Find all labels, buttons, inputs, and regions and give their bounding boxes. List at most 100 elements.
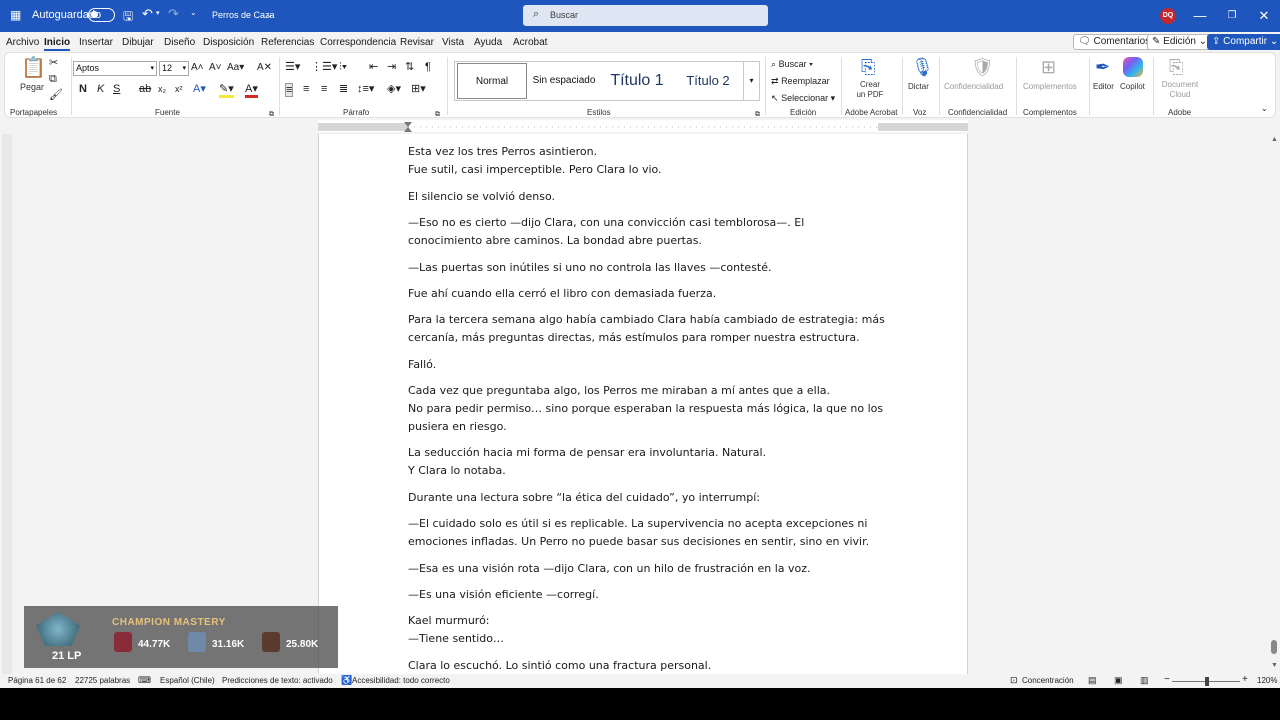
font-color-icon[interactable]: A▾ — [245, 83, 258, 98]
close-icon[interactable]: ✕ — [1254, 6, 1274, 26]
paste-icon[interactable]: 📋 — [21, 57, 46, 79]
save-icon[interactable]: 🖫 — [123, 7, 133, 28]
tab-correspondencia[interactable]: Correspondencia — [320, 37, 396, 48]
justify-icon[interactable]: ≣ — [339, 83, 348, 95]
comments-button[interactable]: 🗨 Comentarios — [1073, 34, 1156, 50]
print-layout-icon[interactable]: ▣ — [1114, 675, 1123, 686]
copy-icon[interactable]: ⧉ — [49, 73, 57, 85]
search-box[interactable]: ⌕ Buscar — [523, 5, 768, 26]
font-dialog-launcher-icon[interactable]: ⧉ — [269, 109, 274, 121]
underline-icon[interactable]: S — [113, 83, 120, 95]
confidentiality-button-label[interactable]: Confidencialidad — [944, 82, 1003, 91]
restore-icon[interactable]: ❐ — [1222, 6, 1242, 26]
undo-dropdown-icon[interactable]: ▾ — [156, 9, 160, 17]
read-mode-icon[interactable]: ▤ — [1088, 675, 1097, 686]
tab-disposicion[interactable]: Disposición — [203, 37, 254, 48]
web-layout-icon[interactable]: ▥ — [1140, 675, 1149, 686]
subscript-icon[interactable]: x₂ — [158, 83, 166, 95]
redo-icon[interactable]: ↷ — [168, 6, 179, 22]
zoom-level[interactable]: 120% — [1257, 676, 1277, 685]
select-button[interactable]: ↖ Seleccionar ▾ — [771, 92, 835, 104]
borders-icon[interactable]: ⊞▾ — [411, 83, 426, 95]
document-cloud-icon[interactable]: ⎘ — [1169, 57, 1183, 77]
styles-more-icon[interactable]: ▾ — [743, 62, 759, 100]
font-size-combo[interactable]: 12 ▾ — [159, 61, 189, 76]
tab-diseno[interactable]: Diseño — [164, 37, 195, 48]
collapse-ribbon-icon[interactable]: ⌄ — [1261, 103, 1268, 115]
document-page[interactable]: Esta vez los tres Perros asintieron. Fue… — [318, 134, 968, 674]
word-app-icon[interactable]: ▦ — [10, 8, 21, 22]
tab-acrobat[interactable]: Acrobat — [513, 37, 547, 48]
style-heading-1[interactable]: Título 1 — [599, 63, 675, 99]
tab-revisar[interactable]: Revisar — [400, 37, 434, 48]
editor-label[interactable]: Editor — [1093, 82, 1114, 91]
vertical-scrollbar[interactable]: ▲ ▼ — [1268, 134, 1280, 674]
horizontal-ruler[interactable] — [318, 120, 968, 132]
zoom-slider-thumb[interactable] — [1205, 677, 1209, 686]
multilevel-list-icon[interactable]: ⫶▾ — [339, 61, 347, 73]
scroll-thumb[interactable] — [1271, 640, 1277, 654]
change-case-icon[interactable]: Aa▾ — [227, 62, 244, 74]
editing-mode-button[interactable]: ✎ Edición ⌄ — [1147, 34, 1213, 50]
scroll-down-icon[interactable]: ▼ — [1271, 662, 1278, 669]
confidentiality-icon[interactable]: 🛡 — [971, 57, 994, 77]
format-painter-icon[interactable]: 🖌 — [49, 89, 63, 101]
proofing-icon[interactable]: ⌨ — [138, 675, 151, 686]
shrink-font-icon[interactable]: A˅ — [209, 62, 222, 74]
create-pdf-label[interactable]: Crear un PDF — [855, 80, 885, 100]
show-marks-icon[interactable]: ¶ — [425, 61, 431, 73]
text-effects-icon[interactable]: A▾ — [193, 83, 206, 95]
numbering-icon[interactable]: ⋮☰▾ — [311, 61, 337, 73]
undo-icon[interactable]: ↶ — [142, 6, 153, 22]
vertical-ruler[interactable] — [2, 134, 12, 674]
tab-ayuda[interactable]: Ayuda — [474, 37, 502, 48]
focus-mode-button[interactable]: Concentración — [1022, 676, 1074, 685]
document-cloud-label[interactable]: Document Cloud — [1160, 80, 1200, 100]
clear-formatting-icon[interactable]: A✕ — [257, 62, 272, 74]
copilot-label[interactable]: Copilot — [1120, 82, 1145, 91]
add-ins-icon[interactable]: ⊞ — [1041, 57, 1056, 77]
accessibility-status[interactable]: Accesibilidad: todo correcto — [352, 676, 450, 685]
language-status[interactable]: Español (Chile) — [160, 676, 215, 685]
zoom-in-icon[interactable]: + — [1242, 674, 1248, 685]
paste-label[interactable]: Pegar — [20, 82, 44, 92]
tab-vista[interactable]: Vista — [442, 37, 464, 48]
chevron-down-icon[interactable]: ⌄ — [266, 10, 273, 19]
style-normal[interactable]: Normal — [457, 63, 527, 99]
cut-icon[interactable]: ✂ — [49, 57, 58, 69]
text-predictions-status[interactable]: Predicciones de texto: activado — [222, 676, 333, 685]
editor-icon[interactable]: ✒ — [1095, 57, 1110, 77]
complements-button-label[interactable]: Complementos — [1023, 82, 1077, 91]
scroll-up-icon[interactable]: ▲ — [1271, 136, 1278, 143]
copilot-icon[interactable] — [1123, 57, 1143, 77]
tab-referencias[interactable]: Referencias — [261, 37, 314, 48]
replace-button[interactable]: ⇄ Reemplazar — [771, 75, 830, 87]
dictate-label[interactable]: Dictar — [908, 82, 929, 91]
share-button[interactable]: ⇪ Compartir ⌄ — [1207, 34, 1280, 50]
highlight-icon[interactable]: ✎▾ — [219, 83, 234, 98]
tab-archivo[interactable]: Archivo — [6, 37, 39, 48]
decrease-indent-icon[interactable]: ⇤ — [369, 61, 378, 73]
strikethrough-icon[interactable]: ab — [139, 83, 151, 95]
zoom-out-icon[interactable]: − — [1164, 674, 1170, 685]
grow-font-icon[interactable]: A˄ — [191, 62, 204, 74]
page-count[interactable]: Página 61 de 62 — [8, 676, 66, 685]
customize-toolbar-icon[interactable]: ⌄ — [190, 8, 197, 17]
line-spacing-icon[interactable]: ↕≡▾ — [357, 83, 374, 95]
tab-insertar[interactable]: Insertar — [79, 37, 113, 48]
find-button[interactable]: ⌕ Buscar ▾ — [771, 58, 813, 70]
style-no-spacing[interactable]: Sin espaciado — [529, 63, 599, 99]
microphone-icon[interactable]: 🎙 — [911, 57, 934, 77]
bold-icon[interactable]: N — [79, 83, 87, 95]
align-right-icon[interactable]: ≡ — [321, 83, 327, 95]
avatar[interactable]: DQ — [1160, 8, 1176, 24]
tab-inicio[interactable]: Inicio — [44, 37, 71, 51]
bullets-icon[interactable]: ☰▾ — [285, 61, 300, 73]
increase-indent-icon[interactable]: ⇥ — [387, 61, 396, 73]
autosave-toggle[interactable] — [88, 8, 115, 22]
create-pdf-icon[interactable]: ⎘ — [861, 57, 875, 77]
shading-icon[interactable]: ◈▾ — [387, 83, 401, 95]
word-count[interactable]: 22725 palabras — [75, 676, 130, 685]
minimize-icon[interactable]: — — [1190, 6, 1210, 26]
style-heading-2[interactable]: Título 2 — [677, 63, 739, 99]
